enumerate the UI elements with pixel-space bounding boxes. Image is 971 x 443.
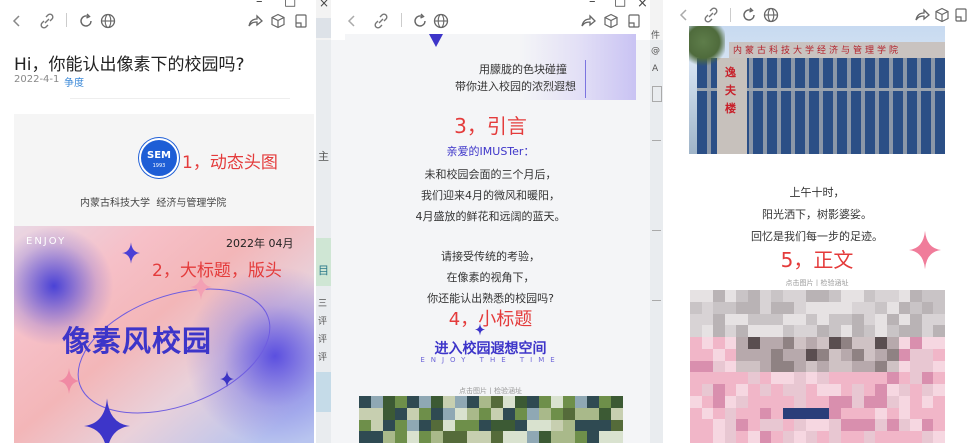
sem-logo: SEM 1993 — [139, 138, 179, 178]
divider-icon — [401, 13, 402, 27]
back-icon[interactable] — [345, 14, 359, 28]
minimize-icon[interactable]: – — [256, 0, 263, 9]
divider — [70, 98, 290, 99]
article-window-3: 内蒙古科技大学经济与管理学院 逸夫楼 上午十时， 阳光洒下，树影婆娑。 回忆是我… — [663, 0, 971, 443]
share-icon[interactable] — [247, 13, 263, 29]
share-icon[interactable] — [580, 13, 596, 29]
article-date: 2022-4-1 — [14, 74, 60, 85]
back-icon[interactable] — [10, 14, 24, 28]
bg-mid-text: 目 — [318, 264, 329, 277]
cube-icon[interactable] — [934, 7, 950, 23]
background-window-2: 件 @ A — [650, 0, 663, 443]
bg-side-text: 主 — [318, 150, 329, 163]
intro-paragraph-line: 4月盛放的鲜花和远阔的蓝天。 — [415, 210, 566, 223]
body-line: 阳光洒下，树影婆娑。 — [762, 208, 872, 221]
bg-divider — [652, 230, 661, 231]
cube-icon[interactable] — [603, 13, 619, 29]
background-window-1: × 主 目 三 评 评 评 — [316, 0, 331, 443]
banner-date: 2022年 04月 — [226, 237, 294, 250]
toolbar: – □ — [0, 0, 316, 40]
banner-image: ENJOY 2022年 04月 2，大标题，版头 像素风校园 — [14, 226, 314, 443]
pixel-photo[interactable] — [690, 290, 945, 443]
window-icon[interactable] — [626, 13, 642, 29]
building-photo[interactable]: 内蒙古科技大学经济与管理学院 逸夫楼 — [689, 26, 945, 154]
bg-bottom-item: 评 — [318, 353, 328, 363]
banner-accent-line — [585, 60, 586, 98]
image-caption: 点击图片丨检验涵址 — [459, 387, 522, 395]
greeting: 亲爱的IMUSTer： — [446, 145, 535, 158]
annotation-3: 3，引言 — [454, 114, 527, 138]
globe-icon[interactable] — [100, 13, 116, 29]
divider-icon — [66, 13, 67, 27]
bg-tab — [652, 86, 662, 102]
cube-icon[interactable] — [270, 13, 286, 29]
window-icon[interactable] — [293, 13, 309, 29]
bg-bottom-item: 评 — [318, 317, 328, 327]
star-icon — [122, 242, 140, 264]
section-subtitle: 进入校园遐想空间 — [434, 341, 547, 357]
article-title: Hi，你能认出像素下的校园吗? — [14, 55, 245, 75]
author-link[interactable]: 争度 — [64, 74, 84, 89]
back-icon[interactable] — [677, 8, 691, 22]
refresh-icon[interactable] — [412, 13, 428, 29]
refresh-icon[interactable] — [78, 13, 94, 29]
intro-paragraph-line: 请接受传统的考验， — [441, 250, 540, 263]
maximize-icon[interactable]: □ — [614, 0, 626, 9]
star-large-icon — [84, 398, 130, 443]
bg-bottom-item: 三 — [318, 299, 328, 309]
intro-line-2: 带你进入校园的浓烈遐想 — [455, 80, 576, 93]
bg-divider — [652, 300, 661, 301]
article-window-2: – □ × 用朦胧的色块碰撞 带你进入校园的浓烈遐想 3，引言 亲爱的IMUST… — [331, 0, 650, 443]
divider-icon — [730, 8, 731, 22]
building-sign: 逸夫楼 — [725, 64, 739, 118]
small-star-icon — [475, 323, 485, 336]
pixel-photo[interactable] — [359, 396, 623, 443]
annotation-5: 5，正文 — [780, 248, 854, 272]
logo-text: SEM — [147, 150, 171, 161]
intro-paragraph-line: 未和校园会面的三个月后， — [424, 168, 557, 181]
bg-tab — [316, 18, 331, 38]
intro-line-1: 用朦胧的色块碰撞 — [479, 63, 567, 76]
intro-paragraph-line: 我们迎来4月的微风和暖阳， — [421, 189, 560, 202]
banner-enjoy: ENJOY — [26, 236, 67, 247]
bg-bottom-item: 评 — [318, 335, 328, 345]
annotation-4: 4，小标题 — [448, 309, 533, 330]
triangle-marker-icon — [429, 34, 443, 47]
close-icon[interactable]: × — [319, 0, 329, 10]
star-pink-small-icon — [58, 368, 80, 394]
section-subtitle-en: ENJOY THE TIME — [420, 356, 561, 364]
bg-side-item: @ — [651, 46, 660, 56]
link-icon[interactable] — [703, 7, 719, 23]
link-icon[interactable] — [373, 13, 389, 29]
star-purple-icon — [220, 370, 234, 388]
annotation-1: 1，动态头图 — [182, 153, 278, 173]
article-window-1: – □ Hi，你能认出像素下的校园吗? 2022-4-1 争度 SEM 1993… — [0, 0, 316, 443]
intro-paragraph-line: 在像素的视角下， — [446, 271, 535, 284]
logo-year: 1993 — [152, 163, 166, 169]
image-caption: 点击图片丨检验涵址 — [785, 279, 849, 287]
body-line: 上午十时， — [789, 186, 845, 199]
minimize-icon[interactable]: – — [589, 0, 596, 9]
header-card: SEM 1993 1，动态头图 内蒙古科技大学 经济与管理学院 — [14, 114, 314, 226]
bg-image-strip — [316, 372, 331, 412]
window-icon[interactable] — [953, 7, 969, 23]
share-icon[interactable] — [914, 7, 930, 23]
bg-side-item: A — [652, 64, 659, 74]
intro-paragraph-line: 你还能认出熟悉的校园吗? — [427, 292, 554, 305]
refresh-icon[interactable] — [741, 7, 757, 23]
link-icon[interactable] — [39, 13, 55, 29]
maximize-icon[interactable]: □ — [284, 0, 296, 9]
school-name: 内蒙古科技大学 经济与管理学院 — [80, 198, 227, 209]
banner-title: 像素风校园 — [62, 324, 213, 358]
roof-sign: 内蒙古科技大学经济与管理学院 — [733, 46, 902, 56]
bg-side-item: 件 — [651, 31, 661, 41]
globe-icon[interactable] — [433, 13, 449, 29]
building-sign-text: 逸夫楼 — [725, 66, 736, 115]
close-icon[interactable]: × — [637, 0, 648, 11]
annotation-2: 2，大标题，版头 — [152, 261, 282, 281]
bg-divider — [652, 140, 661, 141]
globe-icon[interactable] — [763, 7, 779, 23]
tree — [689, 26, 725, 66]
